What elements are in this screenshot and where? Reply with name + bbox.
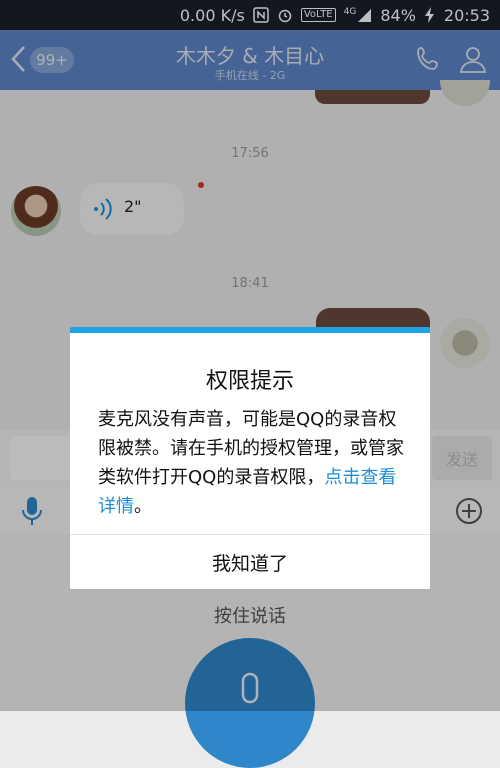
dialog-accent-bar (70, 327, 430, 333)
dialog-message-suffix: 。 (134, 496, 152, 517)
dialog-message: 麦克风没有声音，可能是QQ的录音权限被禁。请在手机的授权管理，或管家类软件打开Q… (98, 405, 404, 521)
permission-dialog: 权限提示 麦克风没有声音，可能是QQ的录音权限被禁。请在手机的授权管理，或管家类… (70, 327, 430, 589)
dialog-title: 权限提示 (205, 369, 294, 394)
got-it-button[interactable]: 我知道了 (70, 535, 430, 589)
